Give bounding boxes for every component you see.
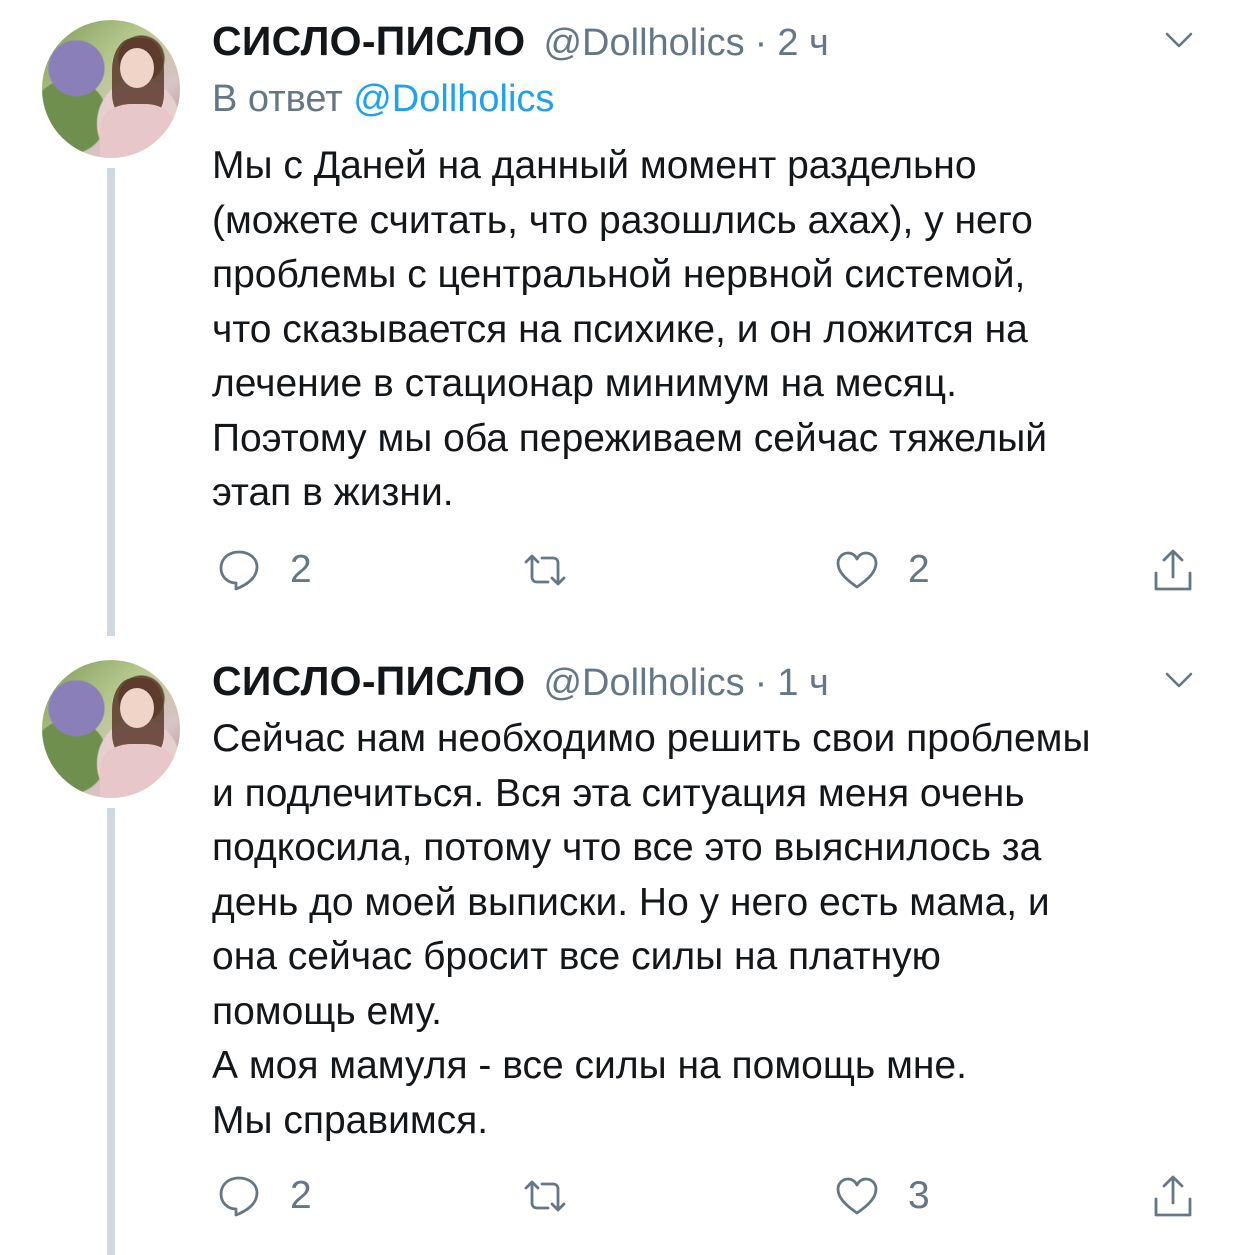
- retweet-button[interactable]: [522, 544, 568, 596]
- like-button[interactable]: 3: [834, 1170, 930, 1222]
- like-count: 2: [908, 548, 930, 591]
- avatar-dress: [100, 744, 176, 798]
- tweet-header: СИСЛО-ПИСЛО @Dollholics · 1 ч: [212, 658, 829, 710]
- tweet-actions: 2 2: [212, 544, 1202, 596]
- reply-icon: [219, 550, 259, 591]
- reply-prefix: В ответ: [212, 78, 343, 120]
- tweet-text: Сейчас нам необходимо решить свои пробле…: [212, 717, 1091, 1142]
- tweet-actions: 2 3: [212, 1170, 1202, 1222]
- chevron-down-icon[interactable]: [1164, 30, 1194, 50]
- retweet-icon: [524, 554, 566, 586]
- avatar-face: [120, 48, 154, 88]
- chevron-down-icon[interactable]: [1164, 670, 1194, 690]
- share-icon: [1154, 549, 1192, 591]
- reply-mention-link[interactable]: @Dollholics: [353, 78, 554, 120]
- retweet-icon: [524, 1180, 566, 1212]
- tweet-time[interactable]: 1 ч: [777, 662, 829, 705]
- tweet-text: Мы с Даней на данный момент раздельно (м…: [212, 144, 1048, 514]
- reply-button[interactable]: 2: [216, 544, 312, 596]
- like-button[interactable]: 2: [834, 544, 930, 596]
- author-handle[interactable]: @Dollholics: [543, 662, 744, 705]
- author-handle[interactable]: @Dollholics: [543, 22, 744, 65]
- avatar[interactable]: [42, 660, 180, 798]
- share-button[interactable]: [1150, 544, 1196, 596]
- reply-context: В ответ @Dollholics: [212, 78, 554, 121]
- retweet-button[interactable]: [522, 1170, 568, 1222]
- avatar-face: [120, 688, 154, 728]
- separator-dot: ·: [754, 662, 768, 704]
- share-button[interactable]: [1150, 1170, 1196, 1222]
- heart-icon: [836, 1177, 878, 1215]
- reply-icon: [219, 1176, 259, 1217]
- reply-count: 2: [290, 1174, 312, 1217]
- share-icon: [1154, 1175, 1192, 1217]
- separator-dot: ·: [754, 22, 768, 64]
- like-count: 3: [908, 1174, 930, 1217]
- reply-button[interactable]: 2: [216, 1170, 312, 1222]
- tweet-header: СИСЛО-ПИСЛО @Dollholics · 2 ч: [212, 18, 829, 70]
- heart-icon: [836, 551, 878, 589]
- author-name[interactable]: СИСЛО-ПИСЛО: [212, 658, 525, 705]
- thread-line: [107, 168, 115, 636]
- reply-count: 2: [290, 548, 312, 591]
- avatar[interactable]: [42, 20, 180, 158]
- tweet[interactable]: СИСЛО-ПИСЛО @Dollholics · 2 ч В ответ @D…: [0, 0, 1242, 640]
- author-name[interactable]: СИСЛО-ПИСЛО: [212, 18, 525, 65]
- avatar-dress: [100, 104, 176, 158]
- tweet-time[interactable]: 2 ч: [777, 22, 829, 65]
- tweet[interactable]: СИСЛО-ПИСЛО @Dollholics · 1 ч Сейчас нам…: [0, 640, 1242, 1255]
- thread-line: [107, 808, 115, 1255]
